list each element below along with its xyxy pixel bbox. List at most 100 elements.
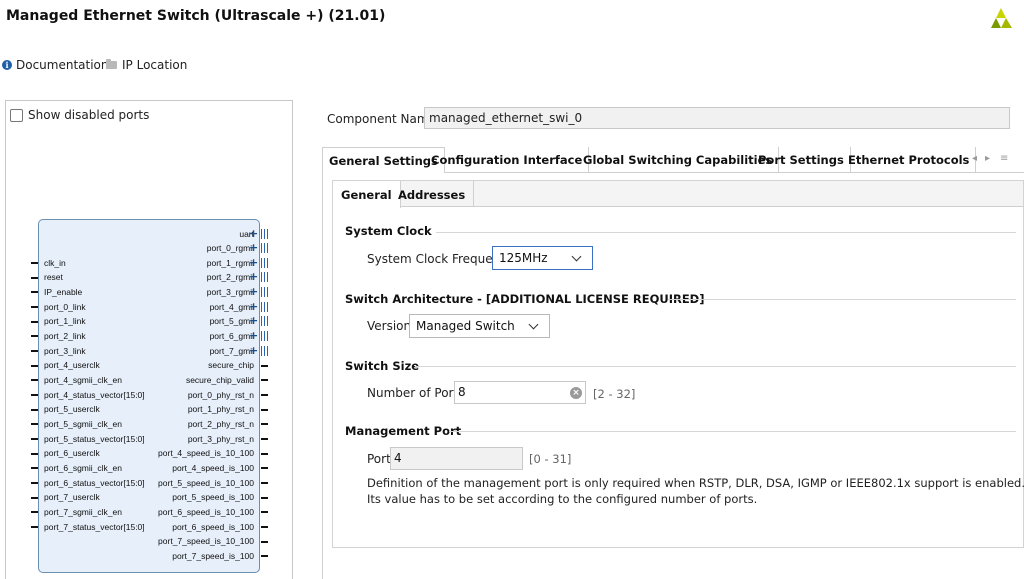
expand-plus-icon[interactable]: + (249, 257, 258, 268)
port-stub (31, 497, 38, 499)
port-label-right: port_4_speed_is_100 (172, 463, 254, 473)
port-label-right: port_6_gmii (209, 331, 254, 341)
number-of-ports-input[interactable]: 8 (454, 381, 586, 404)
port-stub (31, 262, 38, 264)
bus-icon (261, 316, 268, 326)
tab-port-settings[interactable]: Port Settings (752, 147, 851, 173)
port-label-right: port_1_phy_rst_n (187, 404, 254, 414)
ip-location-link[interactable]: IP Location (106, 58, 187, 72)
port-stub (261, 453, 268, 455)
tab-global-switching-capabilities[interactable]: Global Switching Capabilities (577, 147, 780, 173)
port-label-left: IP_enable (44, 287, 83, 297)
port-label-left: port_4_status_vector[15:0] (44, 390, 145, 400)
bus-icon (261, 331, 268, 341)
management-port-description-1: Definition of the management port is onl… (367, 476, 1024, 490)
port-label-left: port_5_userclk (44, 404, 100, 414)
port-stub (31, 321, 38, 323)
port-stub (31, 453, 38, 455)
bus-icon (261, 346, 268, 356)
component-name-label: Component Name (327, 112, 436, 126)
clear-icon[interactable]: × (570, 387, 582, 399)
port-label-right: port_5_speed_is_10_100 (158, 478, 254, 488)
port-label-right: port_5_gmii (209, 316, 254, 326)
port-label-right: port_6_speed_is_100 (172, 522, 254, 532)
port-label-left: port_6_sgmii_clk_en (44, 463, 122, 473)
management-port-label: Port (367, 452, 391, 466)
component-name-input[interactable]: managed_ethernet_swi_0 (424, 107, 1010, 129)
port-label-right: port_6_speed_is_10_100 (158, 507, 254, 517)
management-port-range: [0 - 31] (529, 452, 572, 466)
port-stub (261, 467, 268, 469)
tab-scroll-left-icon[interactable]: ◂ (972, 153, 977, 164)
port-stub (31, 526, 38, 528)
bus-icon (261, 287, 268, 297)
port-stub (31, 291, 38, 293)
port-stub (31, 350, 38, 352)
port-stub (31, 335, 38, 337)
tab-configuration-interface[interactable]: Configuration Interface (425, 147, 590, 173)
port-label-right: port_7_speed_is_100 (172, 551, 254, 561)
port-stub (31, 394, 38, 396)
port-label-left: port_0_link (44, 302, 86, 312)
port-label-left: port_5_status_vector[15:0] (44, 434, 145, 444)
system-clock-value: 125MHz (499, 251, 548, 265)
documentation-label: Documentation (16, 58, 109, 72)
tab-ethernet-protocols[interactable]: Ethernet Protocols (842, 147, 977, 173)
expand-plus-icon[interactable]: + (249, 345, 258, 356)
port-label-right: port_2_rgmii (206, 272, 254, 282)
port-stub (261, 541, 268, 543)
port-stub (261, 365, 268, 367)
show-disabled-ports-checkbox[interactable]: Show disabled ports (10, 108, 149, 122)
tab-bar: General Settings Configuration Interface… (322, 147, 1024, 174)
section-switch-architecture: Switch Architecture - [ADDITIONAL LICENS… (345, 292, 705, 306)
number-of-ports-label: Number of Ports (367, 386, 465, 400)
number-of-ports-range: [2 - 32] (593, 387, 636, 401)
chevron-down-icon (528, 319, 539, 330)
port-label-right: port_5_speed_is_100 (172, 492, 254, 502)
port-label-right: port_3_phy_rst_n (187, 434, 254, 444)
port-stub (31, 438, 38, 440)
bus-icon (261, 243, 268, 253)
port-label-right: port_2_phy_rst_n (187, 419, 254, 429)
ip-location-label: IP Location (122, 58, 188, 72)
port-label-left: port_5_sgmii_clk_en (44, 419, 122, 429)
version-select[interactable]: Managed Switch (409, 314, 550, 338)
bus-icon (261, 272, 268, 282)
management-port-input[interactable]: 4 (390, 447, 523, 470)
separator (415, 366, 1016, 367)
port-label-right: port_4_speed_is_10_100 (158, 448, 254, 458)
xilinx-logo (991, 8, 1012, 28)
expand-plus-icon[interactable]: + (249, 286, 258, 297)
port-stub (261, 497, 268, 499)
port-stub (261, 394, 268, 396)
section-switch-size: Switch Size (345, 359, 420, 373)
port-label-left: port_6_status_vector[15:0] (44, 478, 145, 488)
tab-scroll-right-icon[interactable]: ▸ (985, 153, 990, 164)
version-label: Version (367, 319, 412, 333)
port-stub (31, 365, 38, 367)
expand-plus-icon[interactable]: + (249, 301, 258, 312)
port-label-left: port_6_userclk (44, 448, 100, 458)
system-clock-select[interactable]: 125MHz (492, 246, 593, 270)
expand-plus-icon[interactable]: + (249, 242, 258, 253)
subtab-addresses[interactable]: Addresses (390, 181, 475, 207)
documentation-link[interactable]: i Documentation (2, 58, 109, 72)
port-stub (31, 467, 38, 469)
tab-menu-icon[interactable]: ≡ (1000, 153, 1008, 164)
expand-plus-icon[interactable]: + (249, 330, 258, 341)
port-label-right: port_0_phy_rst_n (187, 390, 254, 400)
window-title: Managed Ethernet Switch (Ultrascale +) (… (6, 8, 386, 24)
port-label-right: port_1_rgmii (206, 258, 254, 268)
port-label-left: port_7_sgmii_clk_en (44, 507, 122, 517)
port-label-right: port_7_gmii (209, 346, 254, 356)
section-system-clock: System Clock (345, 224, 432, 238)
port-stub (261, 511, 268, 513)
port-label-right: port_7_speed_is_10_100 (158, 536, 254, 546)
port-stub (31, 277, 38, 279)
checkbox-box[interactable] (10, 108, 23, 122)
port-stub (261, 423, 268, 425)
port-stub (261, 379, 268, 381)
expand-plus-icon[interactable]: + (249, 271, 258, 282)
expand-plus-icon[interactable]: + (249, 228, 258, 239)
expand-plus-icon[interactable]: + (249, 315, 258, 326)
